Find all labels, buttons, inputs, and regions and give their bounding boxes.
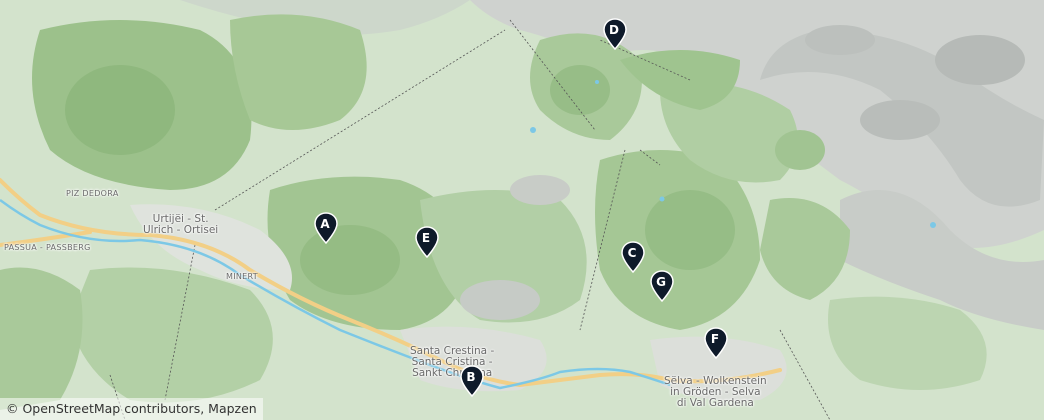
map-marker-g[interactable]: G	[650, 270, 676, 304]
marker-label: E	[421, 231, 431, 245]
map-marker-d[interactable]: D	[603, 18, 629, 52]
place-label-urtijei: Urtijëi - St. Ulrich - Ortisei	[143, 213, 219, 237]
map-marker-a[interactable]: A	[314, 212, 340, 246]
marker-label: F	[710, 332, 720, 346]
marker-label: D	[609, 23, 619, 37]
place-label-passua: PASSUA - PASSBERG	[4, 243, 91, 252]
place-label-piz-dedora: PIZ DEDORA	[66, 189, 119, 198]
marker-label: A	[320, 217, 330, 231]
marker-label: B	[466, 370, 476, 384]
map-marker-b[interactable]: B	[460, 365, 486, 399]
marker-label: C	[627, 246, 637, 260]
marker-label: G	[656, 275, 666, 289]
place-label-minert: MINERT	[226, 272, 258, 281]
map-marker-c[interactable]: C	[621, 241, 647, 275]
map-marker-f[interactable]: F	[704, 327, 730, 361]
map-viewport[interactable]: PIZ DEDORA PASSUA - PASSBERG MINERT Urti…	[0, 0, 1044, 420]
map-attribution[interactable]: © OpenStreetMap contributors, Mapzen	[0, 398, 263, 420]
place-label-selva: Sëlva - Wolkenstein in Gröden - Selva di…	[664, 375, 767, 410]
terrain-layer	[0, 0, 1044, 420]
map-marker-e[interactable]: E	[415, 226, 441, 260]
